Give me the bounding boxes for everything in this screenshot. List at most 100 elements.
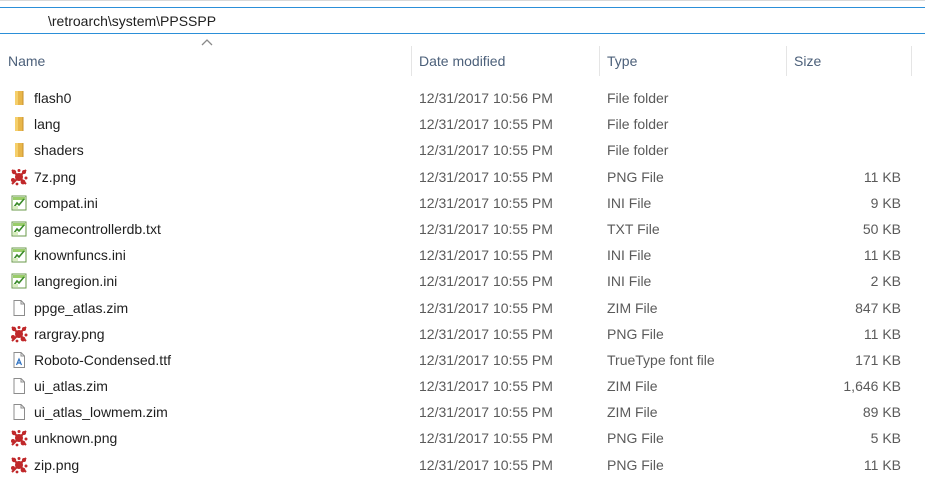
file-type: ZIM File	[607, 404, 658, 421]
column-header-type[interactable]: Type	[599, 44, 786, 78]
file-row[interactable]: langregion.ini 12/31/2017 10:55 PM INI Fil…	[0, 268, 925, 294]
file-size	[801, 137, 901, 163]
file-type: ZIM File	[607, 378, 658, 395]
file-date-modified: 12/31/2017 10:55 PM	[419, 325, 553, 342]
file-size: 1,646 KB	[843, 378, 901, 395]
file-name: knownfuncs.ini	[34, 247, 126, 264]
font-file-icon	[10, 351, 28, 369]
file-name: unknown.png	[34, 430, 118, 447]
file-name: 7z.png	[34, 168, 77, 185]
blank-file-icon	[10, 377, 28, 395]
file-name: flash0	[34, 90, 72, 106]
file-row[interactable]: unknown.png 12/31/2017 10:55 PM PNG File 5 …	[0, 425, 925, 451]
file-name: ui_atlas_lowmem.zim	[34, 404, 168, 421]
file-name: zip.png	[34, 456, 80, 473]
file-row[interactable]: zip.png 12/31/2017 10:55 PM PNG File 11 KB	[0, 452, 925, 478]
file-row[interactable]: flash0 12/31/2017 10:56 PM File folder	[0, 85, 925, 111]
file-name: ui_atlas.zim	[34, 378, 108, 395]
file-size: 11 KB	[863, 247, 901, 264]
file-size: 5 KB	[870, 430, 901, 447]
file-type: PNG File	[607, 325, 664, 342]
file-type: TXT File	[607, 220, 660, 237]
address-bar[interactable]: \retroarch\system\PPSSPP	[0, 7, 925, 34]
png-icon	[10, 429, 28, 447]
file-size	[801, 85, 901, 111]
file-type: INI File	[607, 247, 652, 264]
file-size: 50 KB	[862, 220, 901, 237]
file-size: 11 KB	[863, 168, 901, 185]
file-row[interactable]: lang 12/31/2017 10:55 PM File folder	[0, 111, 925, 137]
file-type: TrueType font file	[607, 351, 715, 368]
file-date-modified: 12/31/2017 10:55 PM	[419, 273, 553, 290]
file-row[interactable]: gamecontrollerdb.txt 12/31/2017 10:55 PM T…	[0, 216, 925, 242]
file-size: 11 KB	[863, 456, 901, 473]
folder-icon	[10, 89, 28, 107]
file-size: 11 KB	[863, 325, 901, 342]
file-row[interactable]: ppge_atlas.zim 12/31/2017 10:55 PM ZIM Fil…	[0, 295, 925, 321]
file-date-modified: 12/31/2017 10:55 PM	[419, 430, 553, 447]
file-date-modified: 12/31/2017 10:55 PM	[419, 247, 553, 264]
file-date-modified: 12/31/2017 10:55 PM	[419, 116, 553, 133]
file-name: rargray.png	[34, 325, 105, 342]
file-list: flash0 12/31/2017 10:56 PM File folder lang…	[0, 85, 925, 478]
file-name: compat.ini	[34, 194, 98, 211]
file-type: File folder	[607, 90, 669, 106]
file-row[interactable]: ui_atlas.zim 12/31/2017 10:55 PM ZIM File 1…	[0, 373, 925, 399]
column-header-row: Name Date modified Type Size	[0, 44, 925, 78]
file-name: lang	[34, 116, 61, 133]
blank-file-icon	[10, 299, 28, 317]
file-date-modified: 12/31/2017 10:55 PM	[419, 168, 553, 185]
file-size: 171 KB	[855, 351, 901, 368]
window-top-border	[0, 0, 925, 1]
folder-icon	[10, 115, 28, 133]
column-divider[interactable]	[911, 46, 912, 76]
file-date-modified: 12/31/2017 10:55 PM	[419, 404, 553, 421]
ini-icon	[10, 194, 28, 212]
txt-icon	[10, 220, 28, 238]
png-icon	[10, 325, 28, 343]
file-size: 847 KB	[855, 299, 901, 316]
column-header-date[interactable]: Date modified	[411, 44, 599, 78]
file-row[interactable]: shaders 12/31/2017 10:55 PM File folder	[0, 137, 925, 163]
address-path[interactable]: \retroarch\system\PPSSPP	[48, 13, 216, 29]
file-type: PNG File	[607, 456, 664, 473]
file-type: ZIM File	[607, 299, 658, 316]
blank-file-icon	[10, 403, 28, 421]
folder-icon	[10, 141, 28, 159]
file-size: 89 KB	[862, 404, 901, 421]
column-header-size[interactable]: Size	[786, 44, 911, 78]
file-name: gamecontrollerdb.txt	[34, 220, 161, 237]
file-date-modified: 12/31/2017 10:55 PM	[419, 220, 553, 237]
file-size: 9 KB	[870, 194, 901, 211]
sort-ascending-icon	[201, 39, 213, 46]
file-size	[801, 111, 901, 137]
file-date-modified: 12/31/2017 10:56 PM	[419, 90, 553, 106]
file-type: INI File	[607, 194, 652, 211]
file-row[interactable]: compat.ini 12/31/2017 10:55 PM INI File 9 K…	[0, 190, 925, 216]
file-name: langregion.ini	[34, 273, 118, 290]
file-date-modified: 12/31/2017 10:55 PM	[419, 456, 553, 473]
file-row[interactable]: knownfuncs.ini 12/31/2017 10:55 PM INI Fil…	[0, 242, 925, 268]
file-date-modified: 12/31/2017 10:55 PM	[419, 194, 553, 211]
file-row[interactable]: ui_atlas_lowmem.zim 12/31/2017 10:55 PM ZI…	[0, 399, 925, 425]
file-type: INI File	[607, 273, 652, 290]
file-row[interactable]: Roboto-Condensed.ttf 12/31/2017 10:55 PM T…	[0, 347, 925, 373]
file-type: File folder	[607, 116, 669, 133]
file-name: ppge_atlas.zim	[34, 299, 129, 316]
file-type: PNG File	[607, 168, 664, 185]
file-size: 2 KB	[870, 273, 901, 290]
file-type: PNG File	[607, 430, 664, 447]
file-row[interactable]: rargray.png 12/31/2017 10:55 PM PNG File 11…	[0, 321, 925, 347]
file-name: Roboto-Condensed.ttf	[34, 351, 171, 368]
file-type: File folder	[607, 142, 669, 159]
file-name: shaders	[34, 142, 84, 159]
file-date-modified: 12/31/2017 10:55 PM	[419, 299, 553, 316]
ini-icon	[10, 272, 28, 290]
ini-icon	[10, 246, 28, 264]
file-date-modified: 12/31/2017 10:55 PM	[419, 351, 553, 368]
file-row[interactable]: 7z.png 12/31/2017 10:55 PM PNG File 11 KB	[0, 164, 925, 190]
file-date-modified: 12/31/2017 10:55 PM	[419, 378, 553, 395]
png-icon	[10, 168, 28, 186]
column-header-name[interactable]: Name	[0, 44, 411, 78]
file-date-modified: 12/31/2017 10:55 PM	[419, 142, 553, 159]
